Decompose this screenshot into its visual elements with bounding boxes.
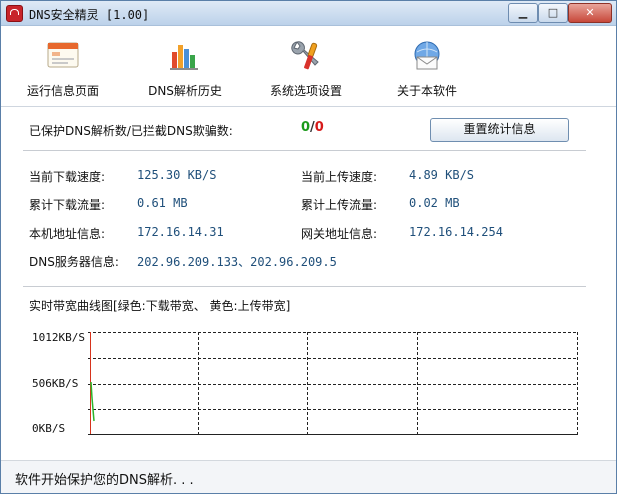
toolbar-settings-label: 系统选项设置 xyxy=(269,84,342,98)
upload-total-label: 累计上传流量: xyxy=(301,198,378,212)
download-curve xyxy=(90,381,95,422)
gateway-label: 网关地址信息: xyxy=(301,227,378,241)
reset-stats-button[interactable]: 重置统计信息 xyxy=(430,118,569,142)
title-bar[interactable]: DNS安全精灵 [1.00] ▁ □ ✕ xyxy=(1,1,616,26)
y-label-min: 0KB/S xyxy=(32,422,66,435)
bar-chart-icon xyxy=(167,38,203,74)
download-speed-value: 125.30 KB/S xyxy=(137,168,217,182)
local-address-value: 172.16.14.31 xyxy=(137,225,224,239)
status-bar: 软件开始保护您的DNS解析. . . xyxy=(1,460,616,493)
toolbar-settings[interactable]: 系统选项设置 xyxy=(246,32,366,102)
maximize-icon: □ xyxy=(547,6,559,19)
app-lock-icon xyxy=(6,5,23,22)
y-label-mid: 506KB/S xyxy=(32,377,79,390)
toolbar-run-info-label: 运行信息页面 xyxy=(26,84,99,98)
toolbar-run-info[interactable]: 运行信息页面 xyxy=(3,32,123,102)
tools-icon xyxy=(288,38,324,74)
blocked-count: 0 xyxy=(314,120,324,135)
bandwidth-graph xyxy=(88,332,578,435)
main-window: DNS安全精灵 [1.00] ▁ □ ✕ 运行信息页面 DNS解析历史 系统选项… xyxy=(0,0,617,494)
protection-counts: 0/0 xyxy=(301,120,324,135)
dns-server-value: 202.96.209.133、202.96.209.5 xyxy=(137,255,337,269)
toolbar-dns-history-label: DNS解析历史 xyxy=(148,84,222,98)
divider-top xyxy=(23,150,586,151)
globe-envelope-icon xyxy=(409,38,445,74)
download-speed-label: 当前下载速度: xyxy=(29,170,106,184)
download-total-value: 0.61 MB xyxy=(137,196,188,210)
minimize-button[interactable]: ▁ xyxy=(508,3,538,23)
toolbar: 运行信息页面 DNS解析历史 系统选项设置 关于本软件 xyxy=(1,26,616,107)
bandwidth-title: 实时带宽曲线图[绿色:下载带宽、 黄色:上传带宽] xyxy=(29,299,291,313)
upload-total-value: 0.02 MB xyxy=(409,196,460,210)
minimize-icon: ▁ xyxy=(518,6,528,19)
gateway-value: 172.16.14.254 xyxy=(409,225,503,239)
window-title: DNS安全精灵 [1.00] xyxy=(29,8,150,22)
dns-server-label: DNS服务器信息: xyxy=(29,255,119,269)
local-address-label: 本机地址信息: xyxy=(29,227,106,241)
protected-label: 已保护DNS解析数/已拦截DNS欺骗数: xyxy=(29,124,233,138)
toolbar-dns-history[interactable]: DNS解析历史 xyxy=(125,32,245,102)
window-controls: ▁ □ ✕ xyxy=(508,3,612,23)
toolbar-about-label: 关于本软件 xyxy=(396,84,457,98)
close-icon: ✕ xyxy=(585,6,595,19)
download-total-label: 累计下载流量: xyxy=(29,198,106,212)
protected-count: 0 xyxy=(301,120,311,135)
y-label-max: 1012KB/S xyxy=(32,331,85,344)
upload-speed-label: 当前上传速度: xyxy=(301,170,378,184)
toolbar-about[interactable]: 关于本软件 xyxy=(367,32,487,102)
window-info-icon xyxy=(45,38,81,74)
close-button[interactable]: ✕ xyxy=(568,3,612,23)
divider-middle xyxy=(23,286,586,287)
status-text: 软件开始保护您的DNS解析. . . xyxy=(15,473,194,488)
maximize-button[interactable]: □ xyxy=(538,3,568,23)
upload-speed-value: 4.89 KB/S xyxy=(409,168,475,182)
